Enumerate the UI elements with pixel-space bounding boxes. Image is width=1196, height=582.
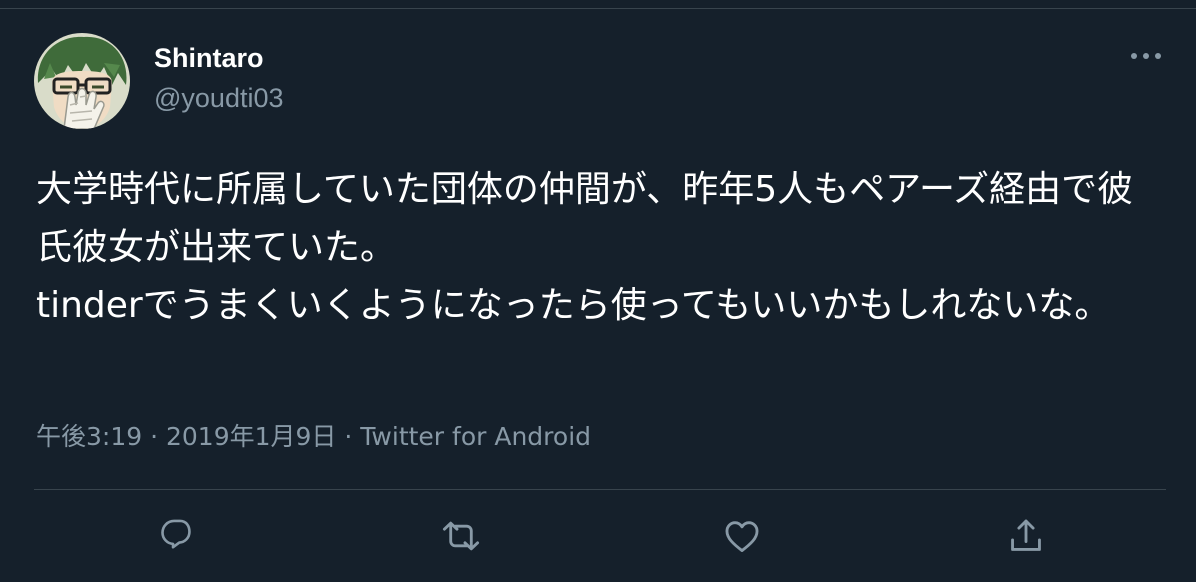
more-button[interactable] bbox=[1124, 40, 1168, 72]
more-horizontal-icon bbox=[1131, 53, 1161, 59]
tweet-metadata: 午後3:19 · 2019年1月9日 · Twitter for Android bbox=[36, 420, 591, 454]
tweet-date[interactable]: 2019年1月9日 bbox=[166, 422, 336, 451]
share-icon bbox=[1011, 519, 1041, 551]
reply-button[interactable] bbox=[153, 512, 201, 560]
like-icon bbox=[725, 521, 759, 552]
display-name[interactable]: Shintaro bbox=[154, 42, 264, 74]
tweet-time[interactable]: 午後3:19 bbox=[36, 422, 142, 451]
like-button[interactable] bbox=[718, 512, 766, 560]
tweet-source[interactable]: Twitter for Android bbox=[360, 422, 591, 451]
avatar-image bbox=[34, 33, 130, 129]
top-divider bbox=[0, 8, 1196, 9]
meta-separator: · bbox=[344, 422, 353, 451]
username[interactable]: @youdti03 bbox=[154, 82, 284, 114]
retweet-button[interactable] bbox=[437, 512, 485, 560]
tweet-text: 大学時代に所属していた団体の仲間が、昨年5人もペアーズ経由で彼氏彼女が出来ていた… bbox=[36, 169, 1134, 326]
actions-divider bbox=[34, 489, 1166, 490]
avatar[interactable] bbox=[34, 33, 130, 129]
meta-separator: · bbox=[150, 422, 159, 451]
retweet-icon bbox=[442, 521, 480, 551]
share-button[interactable] bbox=[1002, 512, 1050, 560]
reply-icon bbox=[161, 519, 191, 549]
